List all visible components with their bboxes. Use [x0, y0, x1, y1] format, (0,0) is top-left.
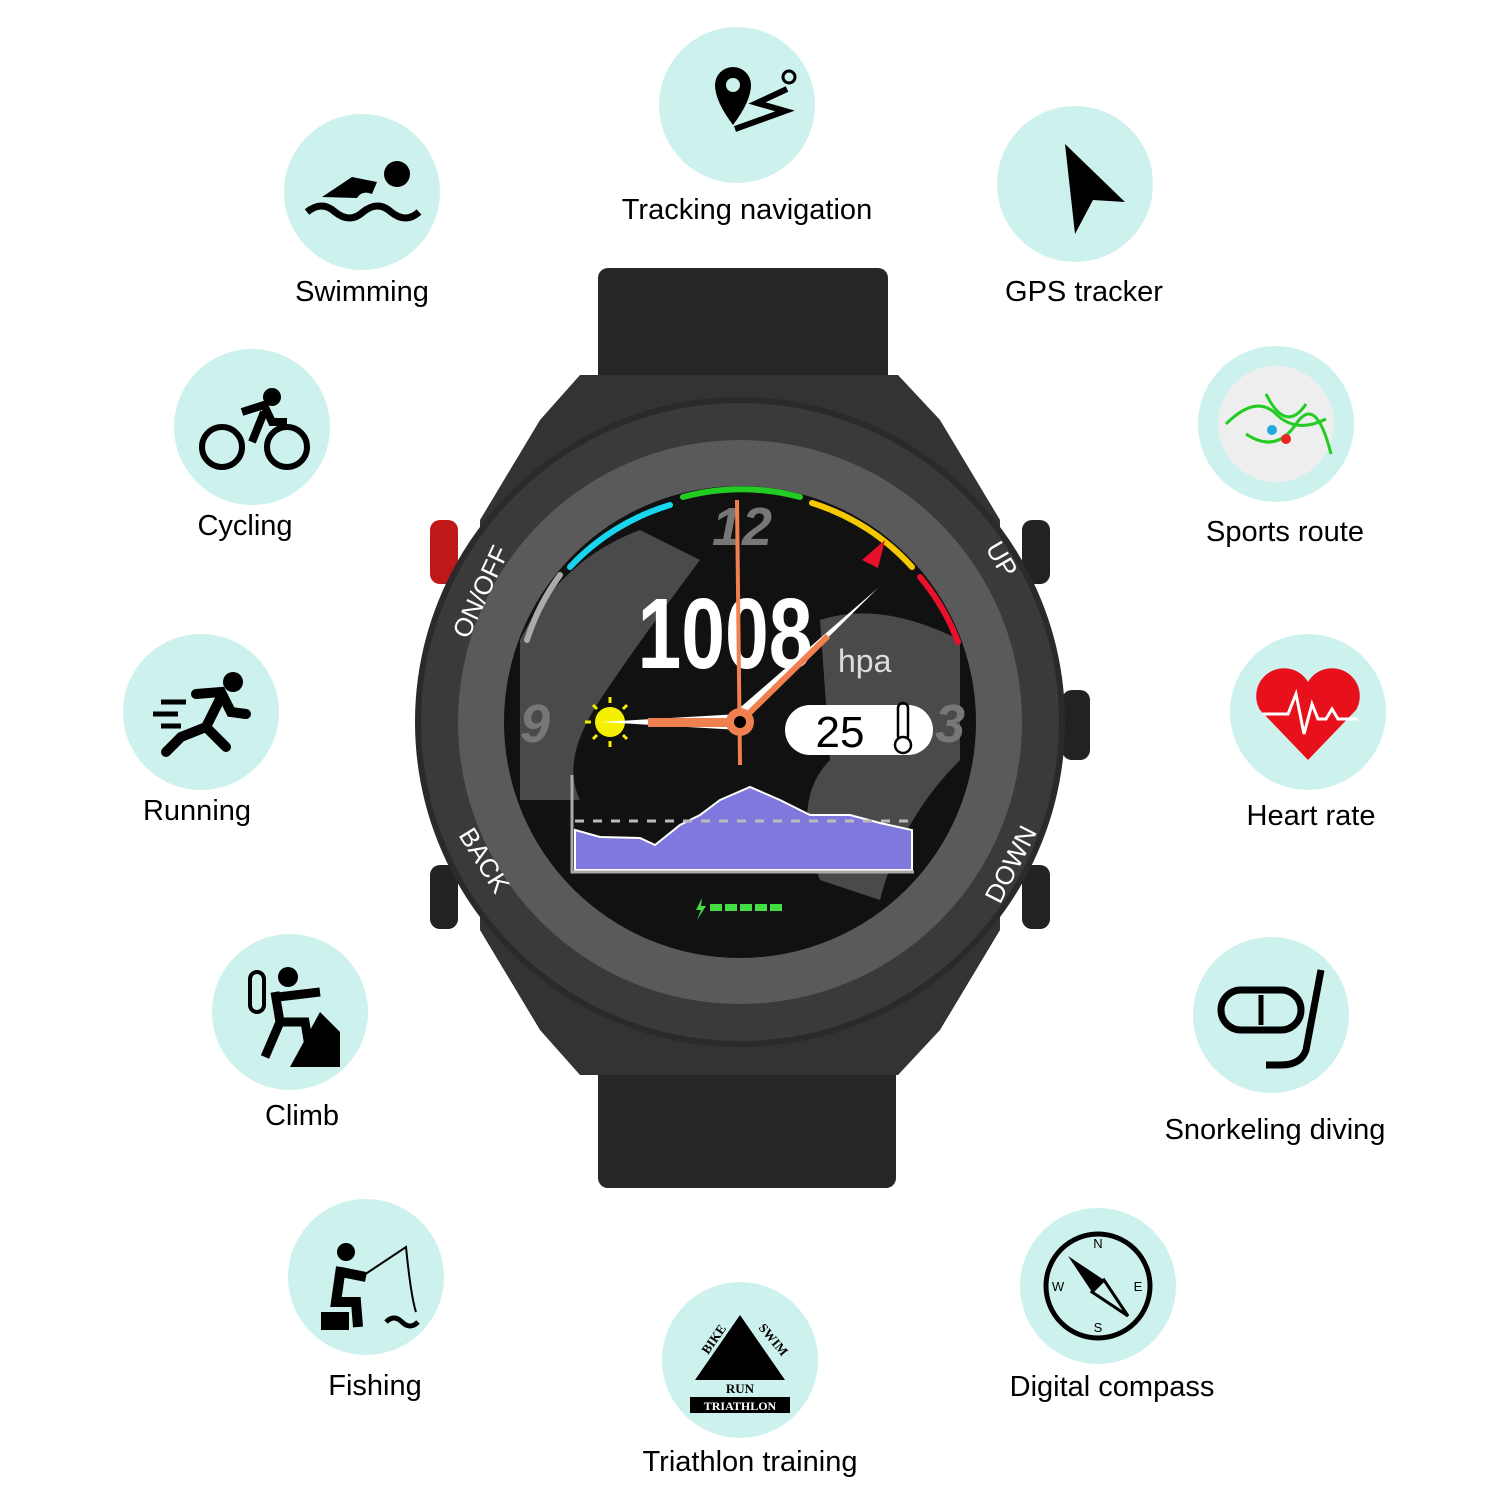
runner-icon	[153, 672, 251, 757]
cyclist-icon	[199, 388, 310, 470]
feature-label: Sports route	[1206, 516, 1364, 548]
badge-run: RUN	[726, 1381, 755, 1396]
feature-swimming	[284, 114, 440, 270]
feature-fishing	[288, 1199, 444, 1355]
badge-title: TRIATHLON	[704, 1399, 777, 1413]
feature-gps-tracker	[997, 106, 1153, 262]
hand-hour-accent	[648, 718, 738, 727]
feature-heart-rate	[1230, 634, 1386, 790]
battery-segment	[710, 904, 722, 911]
feature-label: Digital compass	[1009, 1371, 1215, 1403]
battery-segment	[755, 904, 767, 911]
feature-tracking-navigation	[659, 27, 815, 183]
feature-label: Running	[142, 795, 252, 827]
feature-cycling	[174, 349, 330, 505]
compass-w: W	[1052, 1279, 1065, 1294]
feature-sports-route	[1198, 346, 1354, 502]
compass-n: N	[1093, 1236, 1102, 1251]
route-map-icon	[1218, 366, 1334, 482]
feature-climb	[212, 934, 368, 1090]
snorkel-mask-icon	[1217, 969, 1325, 1069]
feature-label: Climb	[264, 1100, 340, 1132]
feature-running	[123, 634, 279, 790]
compass-e: E	[1134, 1279, 1143, 1294]
side-button[interactable]	[1062, 690, 1090, 760]
battery-segment	[725, 904, 737, 911]
feature-label: Triathlon training	[642, 1446, 858, 1478]
heart-pulse-icon	[1256, 668, 1360, 760]
hour-12: 12	[712, 497, 772, 557]
feature-triathlon-training: BIKE SWIM RUN TRIATHLON	[662, 1282, 818, 1438]
feature-label: Fishing	[328, 1370, 422, 1402]
battery-segment	[770, 904, 782, 911]
swimmer-icon	[304, 161, 422, 222]
battery-segment	[740, 904, 752, 911]
feature-label: Snorkeling diving	[1164, 1114, 1386, 1146]
hour-3: 3	[935, 694, 965, 754]
feature-label: Tracking navigation	[621, 194, 873, 226]
route-pin-icon	[715, 67, 797, 132]
compass-icon: N E S W	[1043, 1231, 1153, 1341]
feature-label: Cycling	[197, 510, 293, 542]
compass-s: S	[1094, 1320, 1103, 1335]
feature-label: Heart rate	[1246, 800, 1376, 832]
triathlon-badge-icon: BIKE SWIM RUN TRIATHLON	[690, 1315, 791, 1413]
feature-snorkeling-diving	[1193, 937, 1349, 1093]
feature-label: GPS tracker	[1005, 276, 1163, 308]
feature-digital-compass: N E S W	[1020, 1208, 1176, 1364]
temperature-value: 25	[816, 708, 865, 757]
hour-9: 9	[520, 694, 550, 754]
navigation-arrow-icon	[1065, 144, 1125, 234]
pressure-unit: hpa	[838, 643, 892, 679]
feature-label: Swimming	[295, 276, 429, 308]
climber-icon	[248, 967, 340, 1067]
fisherman-icon	[321, 1243, 420, 1330]
